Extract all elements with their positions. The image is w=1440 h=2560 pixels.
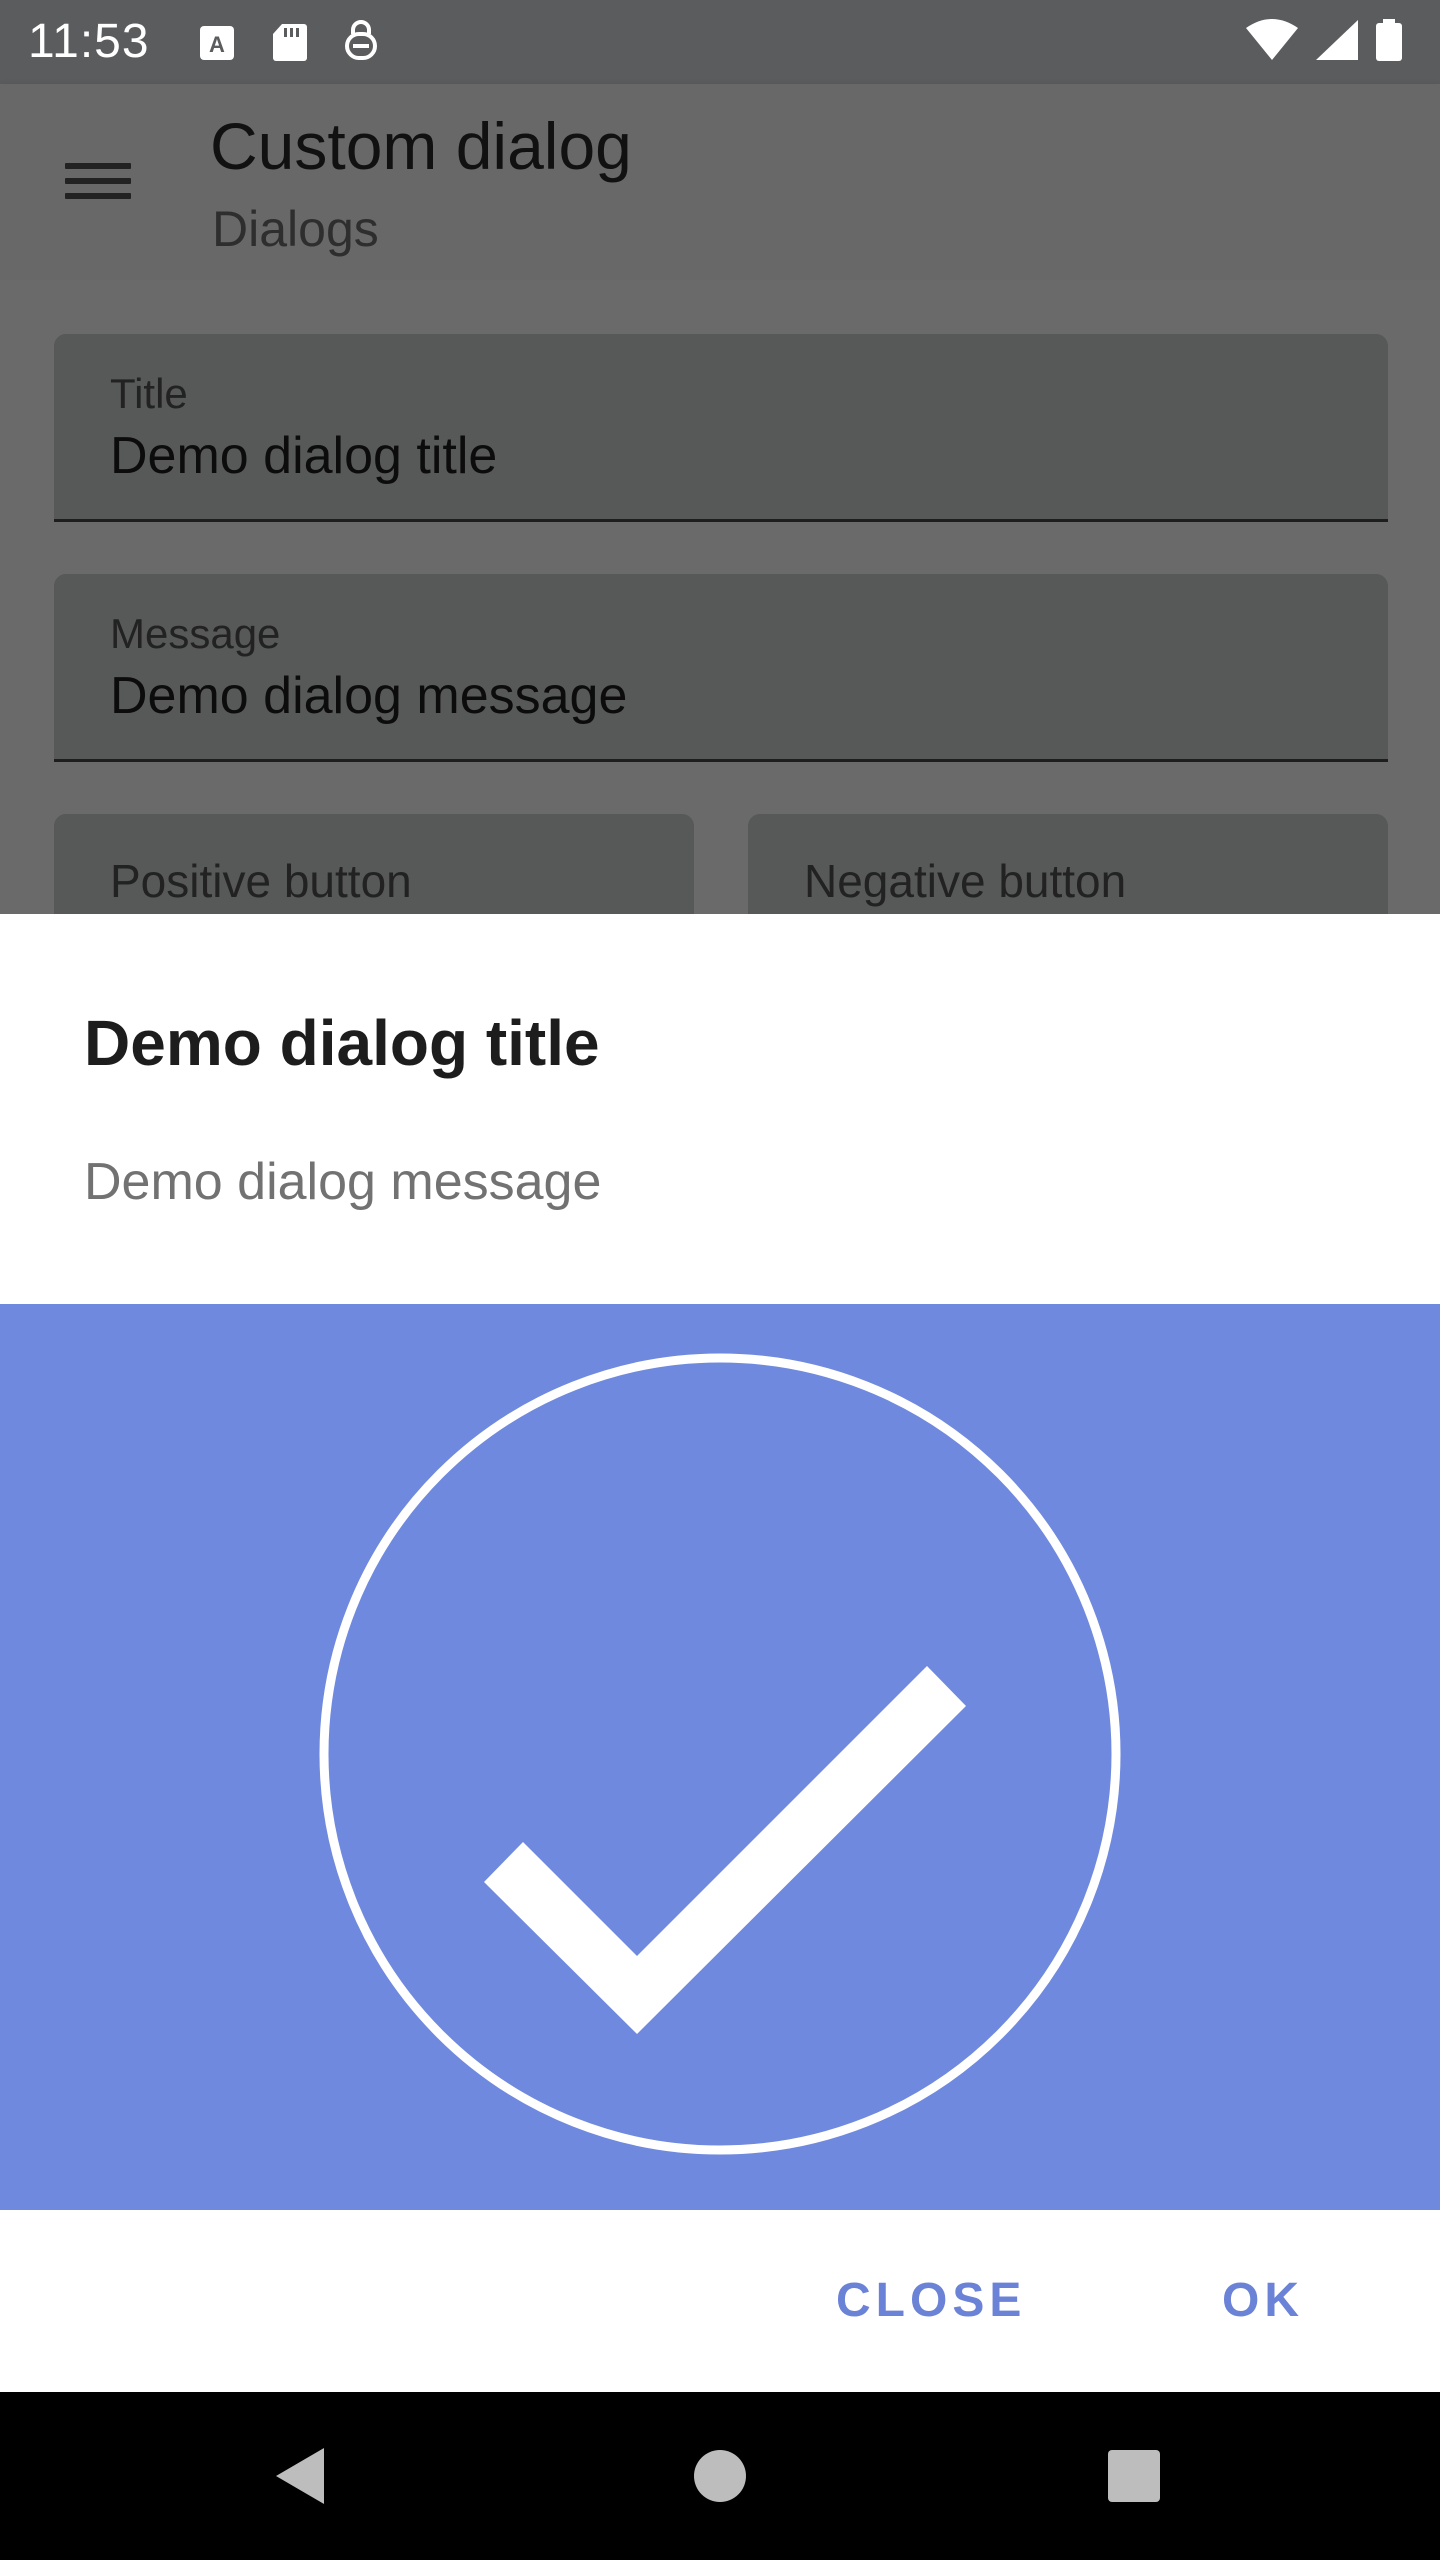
status-bar: 11:53 A [0,0,1440,84]
dialog-image [0,1304,1440,2210]
ok-button[interactable]: OK [1222,2210,1304,2392]
vpn-key-icon [345,20,377,60]
home-icon[interactable] [650,2392,790,2560]
title-field-label: Title [110,370,188,417]
positive-button-field-label: Positive button [110,855,412,907]
message-field-value: Demo dialog message [110,667,628,725]
battery-icon [1376,19,1402,61]
title-field[interactable]: Title Demo dialog title [54,334,1388,522]
hamburger-menu-icon[interactable] [60,154,136,214]
check-circle-icon [319,1353,1121,2155]
custom-dialog: Demo dialog title Demo dialog message CL… [0,914,1440,2392]
message-field[interactable]: Message Demo dialog message [54,574,1388,762]
close-button[interactable]: CLOSE [836,2210,1026,2392]
dialog-actions: CLOSE OK [0,2210,1440,2392]
back-icon[interactable] [232,2392,372,2560]
app-bar: Custom dialog Dialogs [0,84,1440,280]
cell-signal-icon [1316,20,1358,60]
keyboard-a-icon: A [200,26,234,60]
navigation-bar [0,2392,1440,2560]
page-subtitle: Dialogs [212,201,379,257]
positive-button-field[interactable]: Positive button [54,814,694,914]
recents-icon[interactable] [1064,2392,1204,2560]
status-time: 11:53 [28,15,150,68]
negative-button-field-label: Negative button [804,855,1127,907]
title-field-value: Demo dialog title [110,427,498,485]
form-content: Title Demo dialog title Message Demo dia… [0,280,1440,914]
message-field-label: Message [110,610,281,657]
status-icons-left: A [196,20,382,64]
sd-card-icon [273,24,307,61]
negative-button-field[interactable]: Negative button [748,814,1388,914]
svg-text:A: A [209,32,225,57]
wifi-icon [1246,19,1298,60]
dialog-title: Demo dialog title [84,1007,600,1079]
page-title: Custom dialog [210,109,632,183]
status-icons-right [1244,18,1404,62]
dialog-message: Demo dialog message [84,1153,602,1211]
